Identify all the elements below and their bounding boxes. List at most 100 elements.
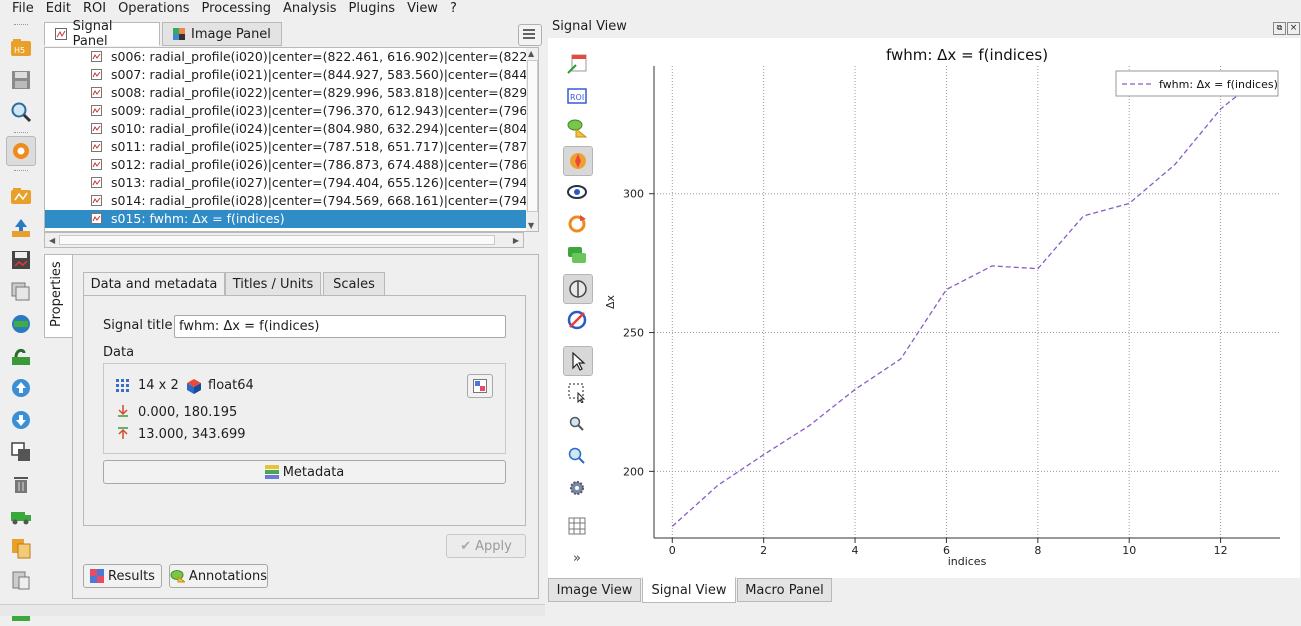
svg-text:H5: H5 bbox=[14, 46, 25, 55]
menu-roi[interactable]: ROI bbox=[77, 0, 112, 18]
signal-icon bbox=[55, 28, 67, 40]
upload-icon[interactable] bbox=[7, 214, 35, 242]
select-pointer-icon[interactable] bbox=[563, 346, 593, 376]
tab-signal-view[interactable]: Signal View bbox=[642, 577, 736, 603]
list-item[interactable]: s015: fwhm: Δx = f(indices) bbox=[45, 210, 527, 228]
list-item[interactable]: s011: radial_profile(i025)|center=(787.5… bbox=[45, 138, 527, 156]
y-tick-label: 250 bbox=[623, 327, 644, 340]
horizontal-scrollbar[interactable]: ◀ ▶ bbox=[44, 232, 524, 248]
signal-view-title: Signal View bbox=[552, 19, 627, 34]
results-button[interactable]: Results bbox=[83, 564, 162, 588]
signal-icon bbox=[91, 105, 102, 116]
convert-icon[interactable] bbox=[7, 310, 35, 338]
image-icon bbox=[173, 28, 185, 40]
signal-icon bbox=[91, 195, 102, 206]
list-item[interactable]: s013: radial_profile(i027)|center=(794.4… bbox=[45, 174, 527, 192]
open-hdf5-icon[interactable]: H5 bbox=[7, 34, 35, 62]
close-dock-icon[interactable]: × bbox=[1287, 22, 1300, 35]
more-chevron-icon[interactable]: » bbox=[563, 544, 591, 572]
vertical-scrollbar[interactable]: ▲ ▼ bbox=[526, 48, 538, 231]
tab-data-metadata[interactable]: Data and metadata bbox=[83, 272, 225, 296]
delete-icon[interactable] bbox=[7, 470, 35, 498]
browse-hdf5-icon[interactable] bbox=[7, 98, 35, 126]
list-item[interactable]: s014: radial_profile(i028)|center=(794.5… bbox=[45, 192, 527, 210]
data-shape: 14 x 2 bbox=[138, 378, 179, 393]
list-item[interactable]: s006: radial_profile(i020)|center=(822.4… bbox=[45, 48, 527, 66]
list-item-label: s012: radial_profile(i026)|center=(786.8… bbox=[111, 157, 527, 172]
import-signals-icon[interactable] bbox=[7, 278, 35, 306]
signal-list: s006: radial_profile(i020)|center=(822.4… bbox=[44, 47, 539, 232]
tab-titles-units[interactable]: Titles / Units bbox=[225, 272, 321, 296]
legend-label: fwhm: Δx = f(indices) bbox=[1159, 78, 1278, 91]
tab-image-panel[interactable]: Image Panel bbox=[162, 22, 282, 46]
no-target-icon[interactable] bbox=[563, 306, 591, 334]
menu-operations[interactable]: Operations bbox=[112, 0, 195, 18]
metadata-button[interactable]: Metadata bbox=[103, 460, 506, 484]
duplicate-icon[interactable] bbox=[7, 438, 35, 466]
y-tick-label: 200 bbox=[623, 465, 644, 478]
scroll-down-icon[interactable]: ▼ bbox=[528, 221, 534, 230]
copy-icon[interactable] bbox=[7, 534, 35, 562]
menu-edit[interactable]: Edit bbox=[40, 0, 77, 18]
scroll-up-icon[interactable]: ▲ bbox=[528, 49, 534, 58]
signal-title-field[interactable]: fwhm: Δx = f(indices) bbox=[174, 315, 506, 338]
list-item-label: s007: radial_profile(i021)|center=(844.9… bbox=[111, 67, 527, 82]
status-bar bbox=[0, 604, 545, 616]
apply-button[interactable]: ✔ Apply bbox=[446, 534, 526, 558]
scroll-left-icon[interactable]: ◀ bbox=[49, 236, 55, 245]
list-item[interactable]: s007: radial_profile(i021)|center=(844.9… bbox=[45, 66, 527, 84]
signal-plot[interactable]: fwhm: Δx = f(indices)0 2 4 6 8 10 12200250300i… bbox=[600, 38, 1300, 576]
move-down-icon[interactable] bbox=[7, 406, 35, 434]
open-signal-icon[interactable] bbox=[7, 182, 35, 210]
data-label: Data bbox=[103, 345, 135, 360]
new-signal-icon[interactable] bbox=[7, 342, 35, 370]
tab-signal-panel[interactable]: Signal Panel bbox=[44, 19, 160, 49]
menu-processing[interactable]: Processing bbox=[196, 0, 277, 18]
list-item-label: s010: radial_profile(i024)|center=(804.9… bbox=[111, 121, 527, 136]
zoom-in-icon[interactable] bbox=[563, 442, 591, 470]
annotations-button[interactable]: Annotations bbox=[169, 564, 268, 588]
annotations-icon bbox=[170, 570, 185, 583]
rect-zoom-icon[interactable] bbox=[563, 378, 591, 406]
view-eye-icon[interactable] bbox=[563, 178, 591, 206]
comments-icon[interactable] bbox=[563, 242, 591, 270]
annotation-tool-icon[interactable] bbox=[563, 114, 591, 142]
menu-analysis[interactable]: Analysis bbox=[277, 0, 343, 18]
x-tick-label: 4 bbox=[852, 544, 859, 557]
scroll-thumb[interactable] bbox=[527, 60, 538, 212]
list-item[interactable]: s009: radial_profile(i023)|center=(796.3… bbox=[45, 102, 527, 120]
refresh-icon[interactable] bbox=[563, 210, 591, 238]
scroll-right-icon[interactable]: ▶ bbox=[513, 236, 519, 245]
float-dock-icon[interactable]: ⧉ bbox=[1273, 22, 1286, 35]
grid-icon[interactable] bbox=[563, 512, 591, 540]
menu-plugins[interactable]: Plugins bbox=[343, 0, 402, 18]
autoscale-icon[interactable] bbox=[563, 146, 593, 176]
menu-view[interactable]: View bbox=[401, 0, 444, 18]
settings-icon[interactable] bbox=[6, 136, 36, 166]
list-item[interactable]: s008: radial_profile(i022)|center=(829.9… bbox=[45, 84, 527, 102]
scroll-thumb[interactable] bbox=[59, 235, 495, 245]
signal-title-label: Signal title bbox=[103, 318, 173, 333]
save-signal-icon[interactable] bbox=[7, 246, 35, 274]
menu-file[interactable]: File bbox=[0, 0, 40, 18]
list-item[interactable]: s012: radial_profile(i026)|center=(786.8… bbox=[45, 156, 527, 174]
move-up-icon[interactable] bbox=[7, 374, 35, 402]
panel-menu-button[interactable] bbox=[518, 24, 542, 46]
zoom-icon[interactable] bbox=[563, 410, 591, 438]
tab-macro-panel[interactable]: Macro Panel bbox=[737, 578, 832, 602]
menu-help[interactable]: ? bbox=[444, 0, 463, 18]
delete-all-icon[interactable] bbox=[7, 502, 35, 530]
properties-side-tab[interactable]: Properties bbox=[44, 254, 72, 338]
paste-icon[interactable] bbox=[7, 566, 35, 594]
roi-icon[interactable]: ROI bbox=[563, 82, 591, 110]
tab-image-view[interactable]: Image View bbox=[548, 578, 641, 602]
contrast-icon[interactable] bbox=[563, 274, 593, 304]
x-tick-label: 12 bbox=[1214, 544, 1228, 557]
export-icon[interactable] bbox=[563, 50, 591, 78]
signal-icon bbox=[91, 87, 102, 98]
tab-scales[interactable]: Scales bbox=[323, 272, 385, 296]
save-hdf5-icon[interactable] bbox=[7, 66, 35, 94]
gear-icon[interactable] bbox=[563, 474, 591, 502]
list-item[interactable]: s010: radial_profile(i024)|center=(804.9… bbox=[45, 120, 527, 138]
view-data-button[interactable] bbox=[467, 374, 493, 398]
